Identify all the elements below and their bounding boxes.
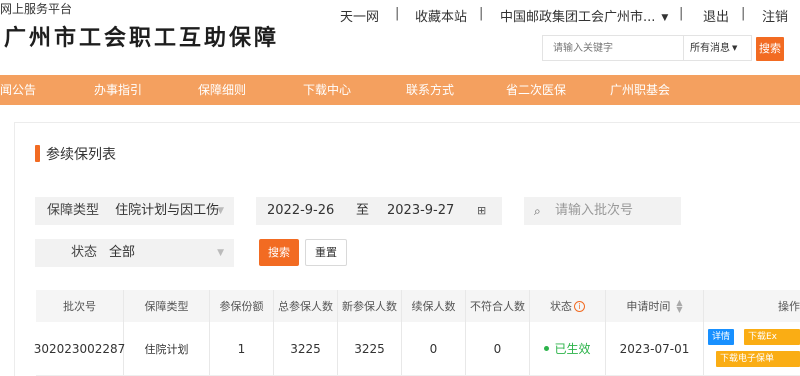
caret-down-icon: ▼ <box>217 206 224 216</box>
cell-renew: 0 <box>402 322 466 375</box>
type-select[interactable]: 保障类型 住院计划与因工伤 ▼ <box>35 197 234 225</box>
col-header-unqualified: 不符合人数 <box>466 290 530 322</box>
nav-item-fund[interactable]: 广州职基会 <box>610 75 670 105</box>
section-marker <box>35 145 40 162</box>
status-header-label: 状态 <box>550 300 572 313</box>
cell-batch: 302023002287 <box>34 322 125 375</box>
filter-reset-button[interactable]: 重置 <box>305 239 347 266</box>
nav-item-medical[interactable]: 省二次医保 <box>506 75 566 105</box>
cell-unqualified: 0 <box>466 322 530 375</box>
cell-type: 住院计划 <box>124 322 210 375</box>
caret-down-icon: ▼ <box>217 248 224 258</box>
top-link-org-dropdown[interactable]: 中国邮政集团工会广州市... ▼ <box>500 6 668 25</box>
cell-date: 2023-07-01 <box>606 322 704 375</box>
date-header-label: 申请时间 <box>626 300 671 313</box>
type-label: 保障类型 <box>47 203 100 218</box>
site-search-input[interactable] <box>543 36 683 60</box>
caret-down-icon: ▼ <box>732 44 738 52</box>
filter-search-button[interactable]: 搜索 <box>259 239 299 266</box>
top-link-logout[interactable]: 退出 <box>703 6 729 25</box>
date-separator: 至 <box>356 203 370 218</box>
calendar-icon: ⊞ <box>477 204 487 217</box>
cell-total: 3225 <box>274 322 338 375</box>
col-header-type: 保障类型 <box>124 290 210 322</box>
sort-icon[interactable]: ▲ ▼ <box>676 299 682 314</box>
status-badge: 已生效 <box>554 342 591 356</box>
col-header-share: 参保份额 <box>210 290 274 322</box>
site-search: 所有消息▼ <box>542 35 752 61</box>
status-label: 状态 <box>71 245 98 260</box>
type-value: 住院计划与因工伤 <box>115 203 220 218</box>
top-link-cancel[interactable]: 注销 <box>762 6 788 25</box>
top-link-favorite[interactable]: 收藏本站 <box>415 6 467 25</box>
date-end: 2023-9-27 <box>387 203 455 218</box>
col-header-date[interactable]: 申请时间 ▲ ▼ <box>606 290 704 322</box>
batch-placeholder: 请输入批次号 <box>555 203 634 218</box>
detail-button[interactable]: 详情 <box>708 329 735 345</box>
col-header-total: 总参保人数 <box>274 290 338 322</box>
col-header-renew: 续保人数 <box>402 290 466 322</box>
search-scope-select[interactable]: 所有消息 ▼ <box>683 36 751 60</box>
date-range-picker[interactable]: 2022-9-26 至 2023-9-27 ⊞ <box>256 197 502 225</box>
top-links: 天一网 | 收藏本站 | 中国邮政集团工会广州市... ▼ | 退出 | 注销 <box>330 6 800 26</box>
table-row: 302023002287 住院计划 1 3225 3225 0 0 已生效 20… <box>34 322 800 376</box>
section-title: 参续保列表 <box>46 147 116 163</box>
download-policy-button[interactable]: 下载电子保单 <box>716 351 800 367</box>
site-search-button[interactable]: 搜索 <box>756 37 784 61</box>
cell-share: 1 <box>210 322 274 375</box>
nav-item-download[interactable]: 下载中心 <box>303 75 351 105</box>
col-header-batch: 批次号 <box>36 290 124 322</box>
table-header: 批次号 保障类型 参保份额 总参保人数 新参保人数 续保人数 不符合人数 状态 i… <box>36 290 800 322</box>
cell-status: 已生效 <box>530 322 606 375</box>
info-icon[interactable]: i <box>574 300 585 312</box>
top-link-tianyi[interactable]: 天一网 <box>340 6 379 25</box>
batch-search-field[interactable]: ⌕ 请输入批次号 <box>524 197 681 225</box>
status-dot-icon <box>544 346 550 351</box>
org-name: 中国邮政集团工会广州市... <box>500 10 656 25</box>
cell-new: 3225 <box>338 322 402 375</box>
nav-item-guide[interactable]: 办事指引 <box>94 75 142 105</box>
site-logo[interactable]: 广州市工会职工互助保障 <box>4 20 279 52</box>
col-header-actions: 操作 <box>778 300 800 313</box>
nav-item-rules[interactable]: 保障细则 <box>198 75 246 105</box>
col-header-status: 状态 i <box>530 290 606 322</box>
status-select[interactable]: 状态 全部 ▼ <box>35 239 234 267</box>
date-start: 2022-9-26 <box>267 203 335 218</box>
search-icon: ⌕ <box>534 204 541 218</box>
col-header-new: 新参保人数 <box>338 290 402 322</box>
status-value: 全部 <box>109 245 136 260</box>
nav-item-news[interactable]: 闻公告 <box>0 75 36 105</box>
separator: | <box>679 6 684 21</box>
download-excel-button[interactable]: 下载Ex <box>744 329 800 345</box>
cell-actions: 详情 下载Ex 下载电子保单 <box>704 322 800 375</box>
main-nav: 闻公告 办事指引 保障细则 下载中心 联系方式 省二次医保 广州职基会 <box>0 75 800 105</box>
separator: | <box>741 6 746 21</box>
separator: | <box>395 6 400 21</box>
caret-down-icon: ▼ <box>661 13 669 23</box>
nav-item-contact[interactable]: 联系方式 <box>406 75 454 105</box>
separator: | <box>479 6 484 21</box>
search-scope-label: 所有消息 <box>690 43 730 54</box>
